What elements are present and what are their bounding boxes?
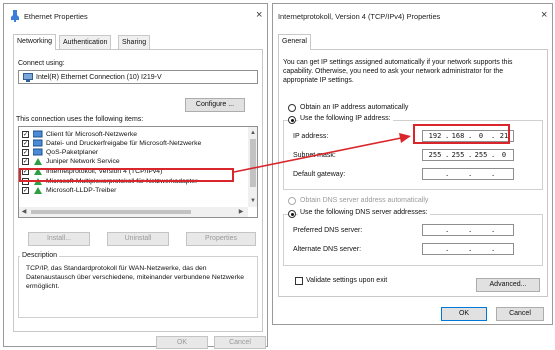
octet-separator: . [445, 245, 450, 253]
ipv4-properties-titlebar: Internetprotokoll, Version 4 (TCP/IPv4) … [273, 4, 552, 28]
ip-octet: 255 [451, 151, 465, 159]
ip-address-label: IP address: [293, 133, 329, 140]
description-text: TCP/IP, das Standardprotokoll für WAN-Ne… [26, 265, 245, 290]
ethernet-properties-titlebar: Ethernet Properties × [4, 4, 267, 28]
install-button[interactable]: Install... [28, 232, 90, 246]
ok-button[interactable]: OK [441, 307, 487, 321]
cancel-button[interactable]: Cancel [496, 307, 544, 321]
window-title: Ethernet Properties [24, 12, 88, 21]
obtain-dns-auto-radio[interactable] [288, 197, 296, 205]
scroll-right-icon[interactable]: ▶ [237, 208, 245, 216]
list-item[interactable]: ✓ Client für Microsoft-Netzwerke [22, 130, 242, 139]
octet-separator: . [491, 170, 496, 178]
ipv4-item-highlight [19, 168, 234, 182]
obtain-dns-auto-label: Obtain DNS server address automatically [300, 197, 429, 204]
scrollbar-thumb[interactable] [31, 210, 191, 214]
list-item[interactable]: ✓ Juniper Network Service [22, 157, 242, 166]
horizontal-scrollbar[interactable]: ◀ ▶ [19, 207, 248, 217]
window-title: Internetprotokoll, Version 4 (TCP/IPv4) … [278, 12, 441, 21]
octet-separator: . [468, 151, 473, 159]
list-item[interactable]: ✓ Microsoft-LLDP-Treiber [22, 186, 242, 195]
adapter-name: Intel(R) Ethernet Connection (10) I219-V [36, 74, 162, 81]
item-label: Datei- und Druckerfreigabe für Microsoft… [46, 140, 202, 147]
scroll-up-icon[interactable]: ▲ [248, 129, 257, 137]
ok-button[interactable]: OK [156, 336, 208, 349]
default-gateway-label: Default gateway: [293, 171, 346, 178]
configure-button[interactable]: Configure ... [185, 98, 245, 112]
scroll-left-icon[interactable]: ◀ [20, 208, 28, 216]
general-tab-panel: You can get IP settings assigned automat… [278, 49, 548, 297]
list-item[interactable]: ✓ QoS-Paketplaner [22, 148, 242, 157]
static-dns-group [283, 214, 543, 266]
item-checkbox[interactable]: ✓ [22, 140, 29, 147]
ip-octet: 0 [501, 151, 507, 159]
obtain-ip-auto-label: Obtain an IP address automatically [300, 104, 409, 111]
tab-strip: Networking Authentication Sharing [13, 34, 263, 50]
description-label: Description [20, 252, 60, 259]
item-label: QoS-Paketplaner [46, 149, 99, 156]
alternate-dns-input[interactable]: . . . [422, 243, 514, 255]
close-icon[interactable]: × [256, 9, 262, 21]
item-checkbox[interactable]: ✓ [22, 149, 29, 156]
item-checkbox[interactable]: ✓ [22, 131, 29, 138]
item-label: Client für Microsoft-Netzwerke [46, 131, 138, 138]
tab-strip: General [278, 34, 548, 50]
items-label: This connection uses the following items… [16, 116, 144, 123]
tab-networking[interactable]: Networking [13, 34, 57, 50]
item-checkbox[interactable]: ✓ [22, 187, 29, 194]
networking-tab-panel: Connect using: Intel(R) Ethernet Connect… [13, 49, 263, 332]
protocol-icon [33, 186, 43, 198]
default-gateway-input[interactable]: . . . [422, 168, 514, 180]
adapter-field: Intel(R) Ethernet Connection (10) I219-V [18, 70, 258, 84]
scroll-down-icon[interactable]: ▼ [248, 197, 257, 205]
use-following-ip-radio[interactable] [288, 116, 296, 124]
use-following-ip-label: Use the following IP address: [298, 115, 393, 122]
octet-separator: . [491, 245, 496, 253]
alternate-dns-label: Alternate DNS server: [293, 246, 362, 253]
close-icon[interactable]: × [541, 9, 547, 21]
octet-separator: . [445, 151, 450, 159]
subnet-mask-label: Subnet mask: [293, 152, 336, 159]
advanced-button[interactable]: Advanced... [476, 278, 540, 292]
validate-checkbox[interactable] [295, 277, 303, 285]
network-adapter-icon [10, 10, 20, 22]
cancel-button[interactable]: Cancel [214, 336, 266, 349]
tab-authentication[interactable]: Authentication [59, 35, 112, 49]
ip-octet: 255 [474, 151, 488, 159]
list-item[interactable]: ✓ Datei- und Druckerfreigabe für Microso… [22, 139, 242, 148]
octet-separator: . [468, 170, 473, 178]
preferred-dns-label: Preferred DNS server: [293, 227, 363, 234]
vertical-scrollbar[interactable]: ▲ ▼ [248, 127, 257, 207]
tab-general[interactable]: General [278, 34, 311, 50]
octet-separator: . [491, 151, 496, 159]
connect-using-label: Connect using: [18, 60, 65, 67]
scrollbar-thumb[interactable] [250, 139, 256, 187]
octet-separator: . [491, 226, 496, 234]
obtain-ip-auto-radio[interactable] [288, 104, 296, 112]
preferred-dns-input[interactable]: . . . [422, 224, 514, 236]
ip-octet: 255 [428, 151, 442, 159]
intro-text: You can get IP settings assigned automat… [283, 59, 513, 84]
item-label: Juniper Network Service [46, 158, 120, 165]
octet-separator: . [445, 170, 450, 178]
uninstall-button[interactable]: Uninstall [107, 232, 169, 246]
use-following-dns-label: Use the following DNS server addresses: [298, 209, 430, 216]
octet-separator: . [468, 245, 473, 253]
octet-separator: . [445, 226, 450, 234]
octet-separator: . [468, 226, 473, 234]
tab-sharing[interactable]: Sharing [118, 35, 151, 49]
subnet-mask-input[interactable]: 255 . 255 . 255 . 0 [422, 149, 514, 161]
properties-button[interactable]: Properties [186, 232, 256, 246]
ethernet-adapter-icon [23, 73, 33, 84]
item-checkbox[interactable]: ✓ [22, 158, 29, 165]
use-following-dns-radio[interactable] [288, 210, 296, 218]
ip-address-highlight [413, 124, 510, 144]
ipv4-properties-window: Internetprotokoll, Version 4 (TCP/IPv4) … [272, 3, 553, 325]
validate-label: Validate settings upon exit [306, 277, 388, 284]
item-label: Microsoft-LLDP-Treiber [46, 187, 117, 194]
